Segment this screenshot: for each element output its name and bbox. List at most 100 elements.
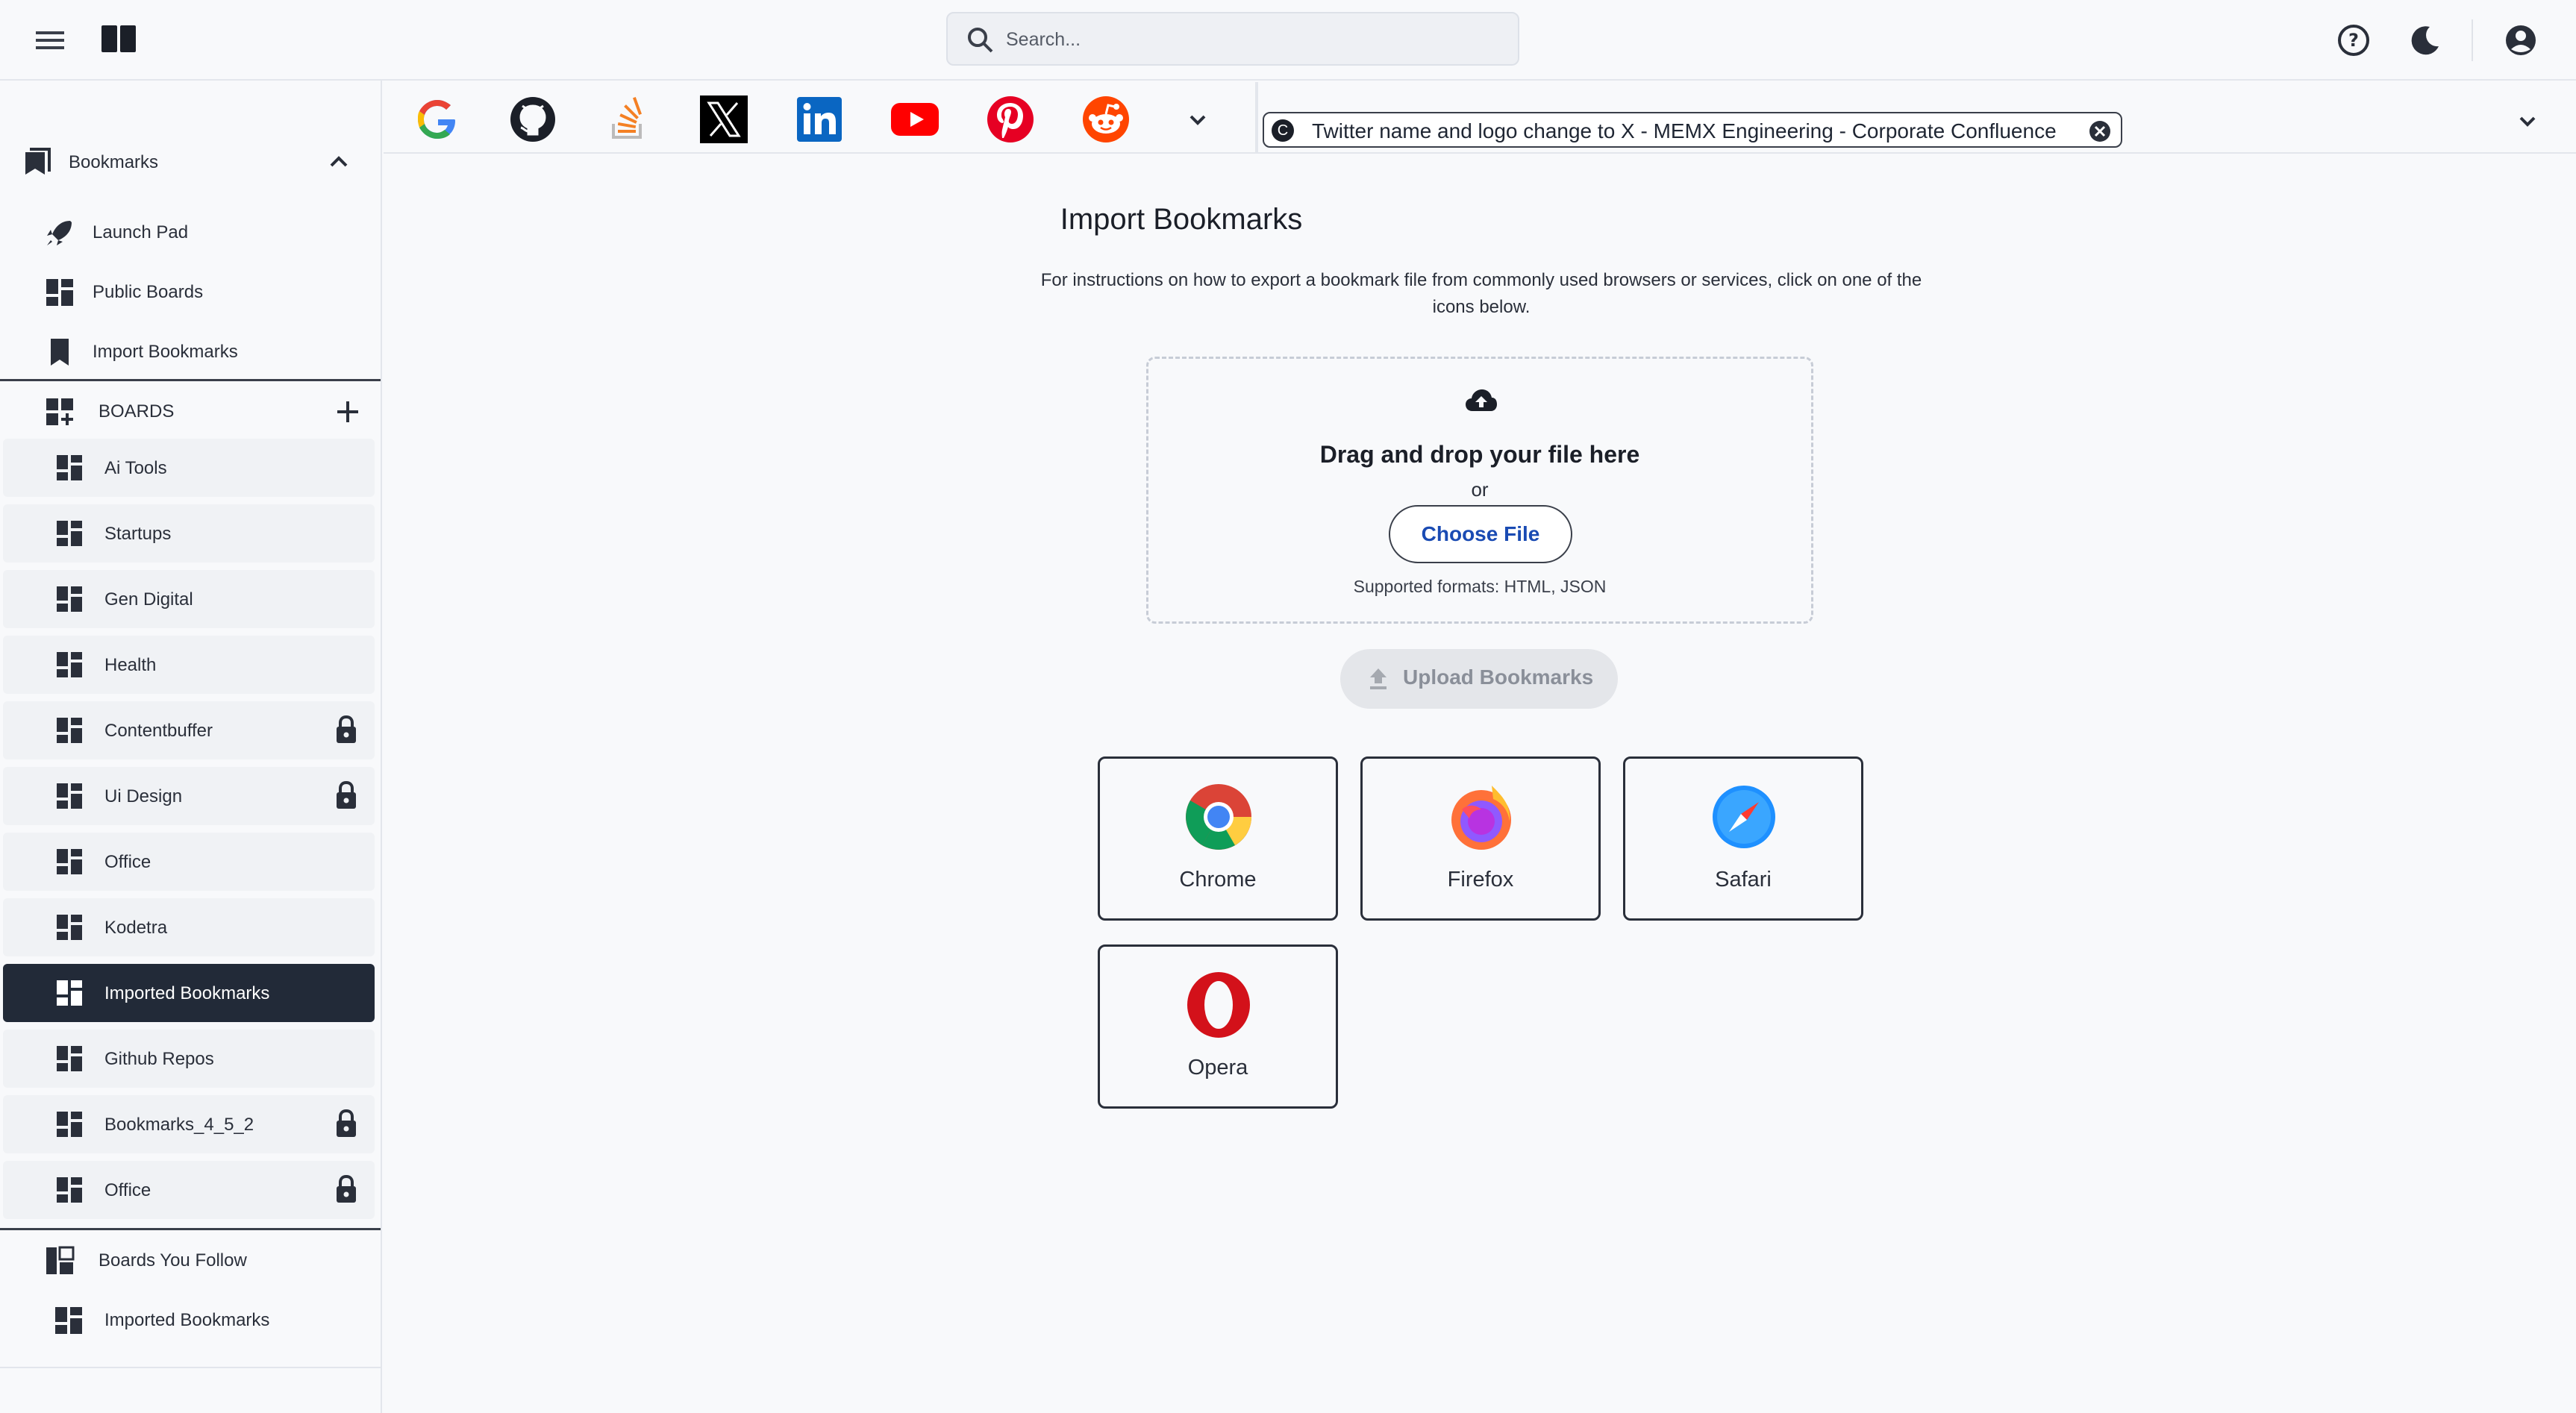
help-icon[interactable]: ? <box>2336 22 2372 58</box>
board-label: Ai Tools <box>104 458 167 478</box>
board-label: Kodetra <box>104 918 168 938</box>
tab-title: Twitter name and logo change to X - MEMX… <box>1312 119 2057 142</box>
board-icon <box>57 915 82 940</box>
board-icon <box>57 980 82 1006</box>
board-icon <box>57 521 82 546</box>
account-icon[interactable] <box>2503 22 2539 58</box>
google-icon[interactable] <box>410 93 464 146</box>
open-tabs-bar: C Twitter name and logo change to X - ME… <box>1255 82 2576 154</box>
chrome-icon <box>1186 784 1251 850</box>
youtube-icon[interactable] <box>888 93 942 146</box>
board-icon <box>57 1177 82 1203</box>
lock-icon <box>337 715 356 743</box>
bookmarks-section-label: Bookmarks <box>69 152 159 172</box>
board-label: Gen Digital <box>104 589 193 610</box>
hamburger-menu-icon[interactable] <box>33 25 67 55</box>
sidebar-board-item[interactable]: Contentbuffer <box>3 701 375 759</box>
sidebar-item-boards-you-follow[interactable]: Boards You Follow <box>0 1235 381 1283</box>
lock-icon <box>337 780 356 809</box>
board-label: Bookmarks_4_5_2 <box>104 1115 254 1135</box>
sidebar-board-item[interactable]: Health <box>3 636 375 694</box>
upload-bookmarks-button[interactable]: Upload Bookmarks <box>1340 649 1618 709</box>
board-label: Health <box>104 655 157 675</box>
sidebar: Bookmarks Launch Pad Public Boards Impor… <box>0 81 382 1413</box>
rocket-icon <box>47 221 72 245</box>
choose-file-button[interactable]: Choose File <box>1389 505 1572 563</box>
sidebar-item-label: Import Bookmarks <box>93 342 238 362</box>
sidebar-board-item[interactable]: Bookmarks_4_5_2 <box>3 1095 375 1153</box>
sidebar-divider <box>0 1228 381 1230</box>
board-label: Imported Bookmarks <box>104 983 270 1003</box>
search-box[interactable] <box>946 12 1519 66</box>
upload-bookmarks-label: Upload Bookmarks <box>1403 665 1594 689</box>
reddit-icon[interactable] <box>1079 93 1133 146</box>
browser-card-chrome[interactable]: Chrome <box>1098 756 1338 921</box>
bookmarks-section-header[interactable]: Bookmarks <box>0 137 381 185</box>
board-icon <box>57 652 82 677</box>
lock-icon <box>337 1174 356 1203</box>
sidebar-item-public-boards[interactable]: Public Boards <box>0 267 381 315</box>
board-label: Office <box>104 1180 151 1200</box>
pinterest-icon[interactable] <box>984 93 1037 146</box>
boards-header-label: BOARDS <box>99 401 175 422</box>
sidebar-board-item[interactable]: Ai Tools <box>3 439 375 497</box>
stackoverflow-icon[interactable] <box>601 93 655 146</box>
drop-title: Drag and drop your file here <box>1319 441 1640 468</box>
sidebar-board-item[interactable]: Startups <box>3 504 375 563</box>
browser-label: Opera <box>1187 1056 1248 1080</box>
sidebar-item-followed-imported-bookmarks[interactable]: Imported Bookmarks <box>0 1295 381 1343</box>
supported-formats-text: Supported formats: HTML, JSON <box>1353 577 1607 596</box>
board-icon <box>57 1112 82 1137</box>
opera-icon <box>1187 972 1250 1038</box>
sidebar-board-item[interactable]: Office <box>3 833 375 891</box>
sidebar-board-item[interactable]: Ui Design <box>3 767 375 825</box>
sidebar-item-label: Launch Pad <box>93 222 189 242</box>
file-drop-zone[interactable]: Drag and drop your file here or Choose F… <box>1146 357 1813 624</box>
board-label: Office <box>104 852 151 872</box>
sidebar-board-item[interactable]: Imported Bookmarks <box>3 964 375 1022</box>
drop-or-text: or <box>1471 478 1489 501</box>
close-tab-icon[interactable] <box>2088 119 2112 143</box>
sidebar-item-label: Imported Bookmarks <box>104 1310 270 1330</box>
x-icon[interactable] <box>697 93 751 146</box>
sidebar-board-item[interactable]: Kodetra <box>3 898 375 956</box>
sidebar-divider <box>0 379 381 381</box>
cloud-upload-icon <box>1466 389 1497 411</box>
open-tab[interactable]: C Twitter name and logo change to X - ME… <box>1263 112 2122 148</box>
sidebar-board-item[interactable]: Gen Digital <box>3 570 375 628</box>
board-icon <box>57 1046 82 1071</box>
board-icon <box>57 586 82 612</box>
firefox-icon <box>1451 786 1511 850</box>
dashboard-icon <box>46 279 73 306</box>
dashboard-icon <box>55 1307 82 1334</box>
browser-card-firefox[interactable]: Firefox <box>1360 756 1601 921</box>
chevron-down-icon[interactable] <box>1185 107 1210 133</box>
browser-card-opera[interactable]: Opera <box>1098 944 1338 1109</box>
top-bar: ? <box>0 0 2576 81</box>
toolbar-divider <box>2472 19 2473 61</box>
add-board-icon <box>46 398 73 425</box>
boards-header: BOARDS <box>0 386 381 434</box>
browser-card-safari[interactable]: Safari <box>1623 756 1863 921</box>
linkedin-icon[interactable] <box>793 93 846 146</box>
add-board-plus-icon[interactable] <box>334 398 361 425</box>
board-icon <box>57 455 82 480</box>
dark-mode-icon[interactable] <box>2407 22 2443 58</box>
board-label: Startups <box>104 524 172 544</box>
bookmark-icon <box>51 339 69 366</box>
lock-icon <box>337 1109 356 1137</box>
sidebar-item-label: Boards You Follow <box>99 1250 247 1271</box>
board-icon <box>57 849 82 874</box>
sidebar-board-item[interactable]: Office <box>3 1161 375 1219</box>
app-logo-icon[interactable] <box>100 22 139 55</box>
expand-tabs-chevron-icon[interactable] <box>2515 109 2540 134</box>
chevron-up-icon[interactable] <box>325 151 352 173</box>
github-icon[interactable] <box>506 93 560 146</box>
search-input[interactable] <box>1006 24 1498 55</box>
import-instructions: For instructions on how to export a book… <box>1040 270 1922 317</box>
sidebar-board-item[interactable]: Github Repos <box>3 1030 375 1088</box>
board-label: Ui Design <box>104 786 183 806</box>
bookmarks-icon <box>25 148 51 175</box>
sidebar-item-import-bookmarks[interactable]: Import Bookmarks <box>0 327 381 375</box>
sidebar-item-launch-pad[interactable]: Launch Pad <box>0 207 381 255</box>
